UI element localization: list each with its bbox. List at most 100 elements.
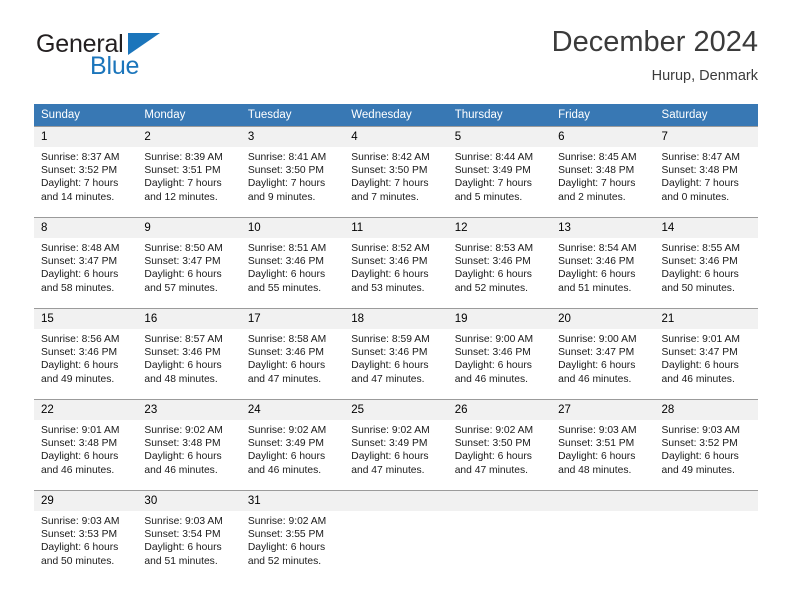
day-number: 11 (344, 218, 448, 238)
daylight-text-line2: and 46 minutes. (144, 464, 218, 476)
day-details: Sunrise: 8:42 AM Sunset: 3:50 PM Daylight:… (344, 147, 447, 204)
sunrise-text: Sunrise: 9:03 AM (144, 516, 223, 527)
weekday-header-saturday: Saturday (654, 104, 758, 127)
day-cell[interactable]: 6 Sunrise: 8:45 AM Sunset: 3:48 PM Daylight… (551, 126, 655, 218)
day-cell[interactable]: 10 Sunrise: 8:51 AM Sunset: 3:46 PM Dayligh… (240, 217, 345, 309)
day-cell[interactable]: 23 Sunrise: 9:02 AM Sunset: 3:48 PM Dayligh… (137, 399, 241, 491)
day-cell[interactable]: 12 Sunrise: 8:53 AM Sunset: 3:46 PM Dayligh… (447, 217, 552, 309)
day-cell[interactable]: 31 Sunrise: 9:02 AM Sunset: 3:55 PM Dayligh… (240, 490, 345, 581)
day-cell[interactable]: 18 Sunrise: 8:59 AM Sunset: 3:46 PM Dayligh… (344, 308, 448, 400)
day-details: Sunrise: 9:03 AM Sunset: 3:52 PM Daylight:… (655, 420, 758, 477)
day-details: Sunrise: 8:45 AM Sunset: 3:48 PM Daylight:… (551, 147, 654, 204)
day-cell[interactable]: 25 Sunrise: 9:02 AM Sunset: 3:49 PM Dayligh… (344, 399, 448, 491)
day-details: Sunrise: 8:37 AM Sunset: 3:52 PM Daylight:… (34, 147, 137, 204)
day-cell[interactable]: 9 Sunrise: 8:50 AM Sunset: 3:47 PM Daylight… (137, 217, 241, 309)
sunrise-text: Sunrise: 8:39 AM (144, 152, 223, 163)
daylight-text-line1: Daylight: 6 hours (247, 360, 326, 372)
day-cell[interactable]: 26 Sunrise: 9:02 AM Sunset: 3:50 PM Dayligh… (447, 399, 552, 491)
daylight-text-line2: and 48 minutes. (144, 373, 218, 385)
day-cell[interactable]: 14 Sunrise: 8:55 AM Sunset: 3:46 PM Dayligh… (654, 217, 758, 309)
day-cell[interactable]: 11 Sunrise: 8:52 AM Sunset: 3:46 PM Dayligh… (344, 217, 448, 309)
daylight-text-line1: Daylight: 6 hours (661, 451, 739, 463)
day-cell[interactable]: 4 Sunrise: 8:42 AM Sunset: 3:50 PM Daylight… (344, 126, 448, 218)
sunset-text: Sunset: 3:47 PM (144, 256, 221, 268)
sunset-text: Sunset: 3:46 PM (351, 256, 428, 268)
day-details: Sunrise: 8:53 AM Sunset: 3:46 PM Daylight:… (448, 238, 551, 295)
day-details: Sunrise: 8:48 AM Sunset: 3:47 PM Daylight:… (34, 238, 137, 295)
sunrise-text: Sunrise: 8:37 AM (41, 152, 120, 163)
day-number: 7 (654, 127, 758, 147)
daylight-text-line1: Daylight: 6 hours (558, 269, 636, 281)
sunset-text: Sunset: 3:54 PM (144, 529, 221, 541)
day-number: 28 (654, 400, 758, 420)
generalblue-logo[interactable]: General Blue (34, 30, 254, 90)
day-details: Sunrise: 9:00 AM Sunset: 3:46 PM Daylight:… (448, 329, 551, 386)
day-cell[interactable]: 28 Sunrise: 9:03 AM Sunset: 3:52 PM Dayligh… (654, 399, 758, 491)
day-cell[interactable]: 13 Sunrise: 8:54 AM Sunset: 3:46 PM Dayligh… (551, 217, 655, 309)
sunrise-text: Sunrise: 9:03 AM (661, 425, 740, 436)
day-number: 27 (551, 400, 655, 420)
page-title: December 2024 (551, 26, 758, 58)
day-cell[interactable]: 21 Sunrise: 9:01 AM Sunset: 3:47 PM Dayligh… (654, 308, 758, 400)
daylight-text-line2: and 48 minutes. (558, 464, 632, 476)
day-cell[interactable]: 5 Sunrise: 8:44 AM Sunset: 3:49 PM Daylight… (447, 126, 552, 218)
daylight-text-line1: Daylight: 6 hours (454, 451, 532, 463)
daylight-text-line2: and 47 minutes. (454, 464, 528, 476)
daylight-text-line2: and 12 minutes. (144, 191, 218, 203)
day-number: 16 (137, 309, 241, 329)
day-cell[interactable]: 17 Sunrise: 8:58 AM Sunset: 3:46 PM Dayligh… (240, 308, 345, 400)
daylight-text-line1: Daylight: 6 hours (247, 451, 326, 463)
daylight-text-line1: Daylight: 6 hours (558, 360, 636, 372)
daylight-text-line1: Daylight: 6 hours (661, 360, 739, 372)
calendar-week-row: 22 Sunrise: 9:01 AM Sunset: 3:48 PM Dayligh… (34, 399, 758, 491)
sunrise-text: Sunrise: 9:03 AM (41, 516, 120, 527)
daylight-text-line2: and 49 minutes. (41, 373, 115, 385)
day-number: 23 (137, 400, 241, 420)
day-cell[interactable]: 16 Sunrise: 8:57 AM Sunset: 3:46 PM Dayligh… (137, 308, 241, 400)
day-cell[interactable]: 1 Sunrise: 8:37 AM Sunset: 3:52 PM Daylight… (34, 126, 138, 218)
day-number: 30 (137, 491, 241, 511)
day-cell[interactable]: 2 Sunrise: 8:39 AM Sunset: 3:51 PM Daylight… (137, 126, 241, 218)
daylight-text-line2: and 46 minutes. (41, 464, 115, 476)
sunrise-text: Sunrise: 8:47 AM (661, 152, 740, 163)
day-cell[interactable]: 3 Sunrise: 8:41 AM Sunset: 3:50 PM Daylight… (240, 126, 345, 218)
sunrise-text: Sunrise: 9:02 AM (144, 425, 223, 436)
day-number: 9 (137, 218, 241, 238)
calendar-week-row: 15 Sunrise: 8:56 AM Sunset: 3:46 PM Dayligh… (34, 308, 758, 400)
daylight-text-line1: Daylight: 6 hours (144, 542, 222, 554)
day-number: 31 (240, 491, 345, 511)
calendar-week-row: 29 Sunrise: 9:03 AM Sunset: 3:53 PM Dayligh… (34, 490, 758, 581)
sunset-text: Sunset: 3:46 PM (351, 347, 428, 359)
sunrise-text: Sunrise: 9:02 AM (351, 425, 430, 436)
day-cell[interactable]: 24 Sunrise: 9:02 AM Sunset: 3:49 PM Dayligh… (240, 399, 345, 491)
daylight-text-line2: and 55 minutes. (247, 282, 322, 294)
sunset-text: Sunset: 3:49 PM (454, 165, 531, 177)
daylight-text-line2: and 46 minutes. (661, 373, 735, 385)
sunrise-text: Sunrise: 9:03 AM (558, 425, 637, 436)
day-details: Sunrise: 9:03 AM Sunset: 3:53 PM Daylight:… (34, 511, 137, 568)
day-cell[interactable]: 20 Sunrise: 9:00 AM Sunset: 3:47 PM Dayligh… (551, 308, 655, 400)
weekday-header-friday: Friday (551, 104, 655, 127)
daylight-text-line2: and 50 minutes. (661, 282, 735, 294)
sunset-text: Sunset: 3:48 PM (661, 165, 738, 177)
day-cell[interactable]: 29 Sunrise: 9:03 AM Sunset: 3:53 PM Dayligh… (34, 490, 138, 581)
sunrise-text: Sunrise: 9:00 AM (454, 334, 534, 345)
day-number (654, 491, 758, 511)
weekday-header-row: Sunday Monday Tuesday Wednesday Thursday… (34, 104, 758, 127)
day-cell[interactable]: 19 Sunrise: 9:00 AM Sunset: 3:46 PM Dayligh… (447, 308, 552, 400)
day-cell[interactable]: 30 Sunrise: 9:03 AM Sunset: 3:54 PM Dayligh… (137, 490, 241, 581)
daylight-text-line1: Daylight: 6 hours (144, 360, 222, 372)
day-cell[interactable]: 22 Sunrise: 9:01 AM Sunset: 3:48 PM Dayligh… (34, 399, 138, 491)
sunset-text: Sunset: 3:46 PM (144, 347, 221, 359)
day-cell[interactable]: 8 Sunrise: 8:48 AM Sunset: 3:47 PM Daylight… (34, 217, 138, 309)
sunrise-text: Sunrise: 9:02 AM (454, 425, 534, 436)
day-cell[interactable]: 7 Sunrise: 8:47 AM Sunset: 3:48 PM Daylight… (654, 126, 758, 218)
day-number: 17 (240, 309, 345, 329)
day-cell[interactable]: 15 Sunrise: 8:56 AM Sunset: 3:46 PM Dayligh… (34, 308, 138, 400)
sunrise-text: Sunrise: 9:02 AM (247, 425, 327, 436)
day-number (447, 491, 552, 511)
day-cell[interactable]: 27 Sunrise: 9:03 AM Sunset: 3:51 PM Dayligh… (551, 399, 655, 491)
daylight-text-line1: Daylight: 6 hours (247, 269, 326, 281)
sunrise-text: Sunrise: 8:53 AM (454, 243, 534, 254)
sunset-text: Sunset: 3:53 PM (41, 529, 118, 541)
